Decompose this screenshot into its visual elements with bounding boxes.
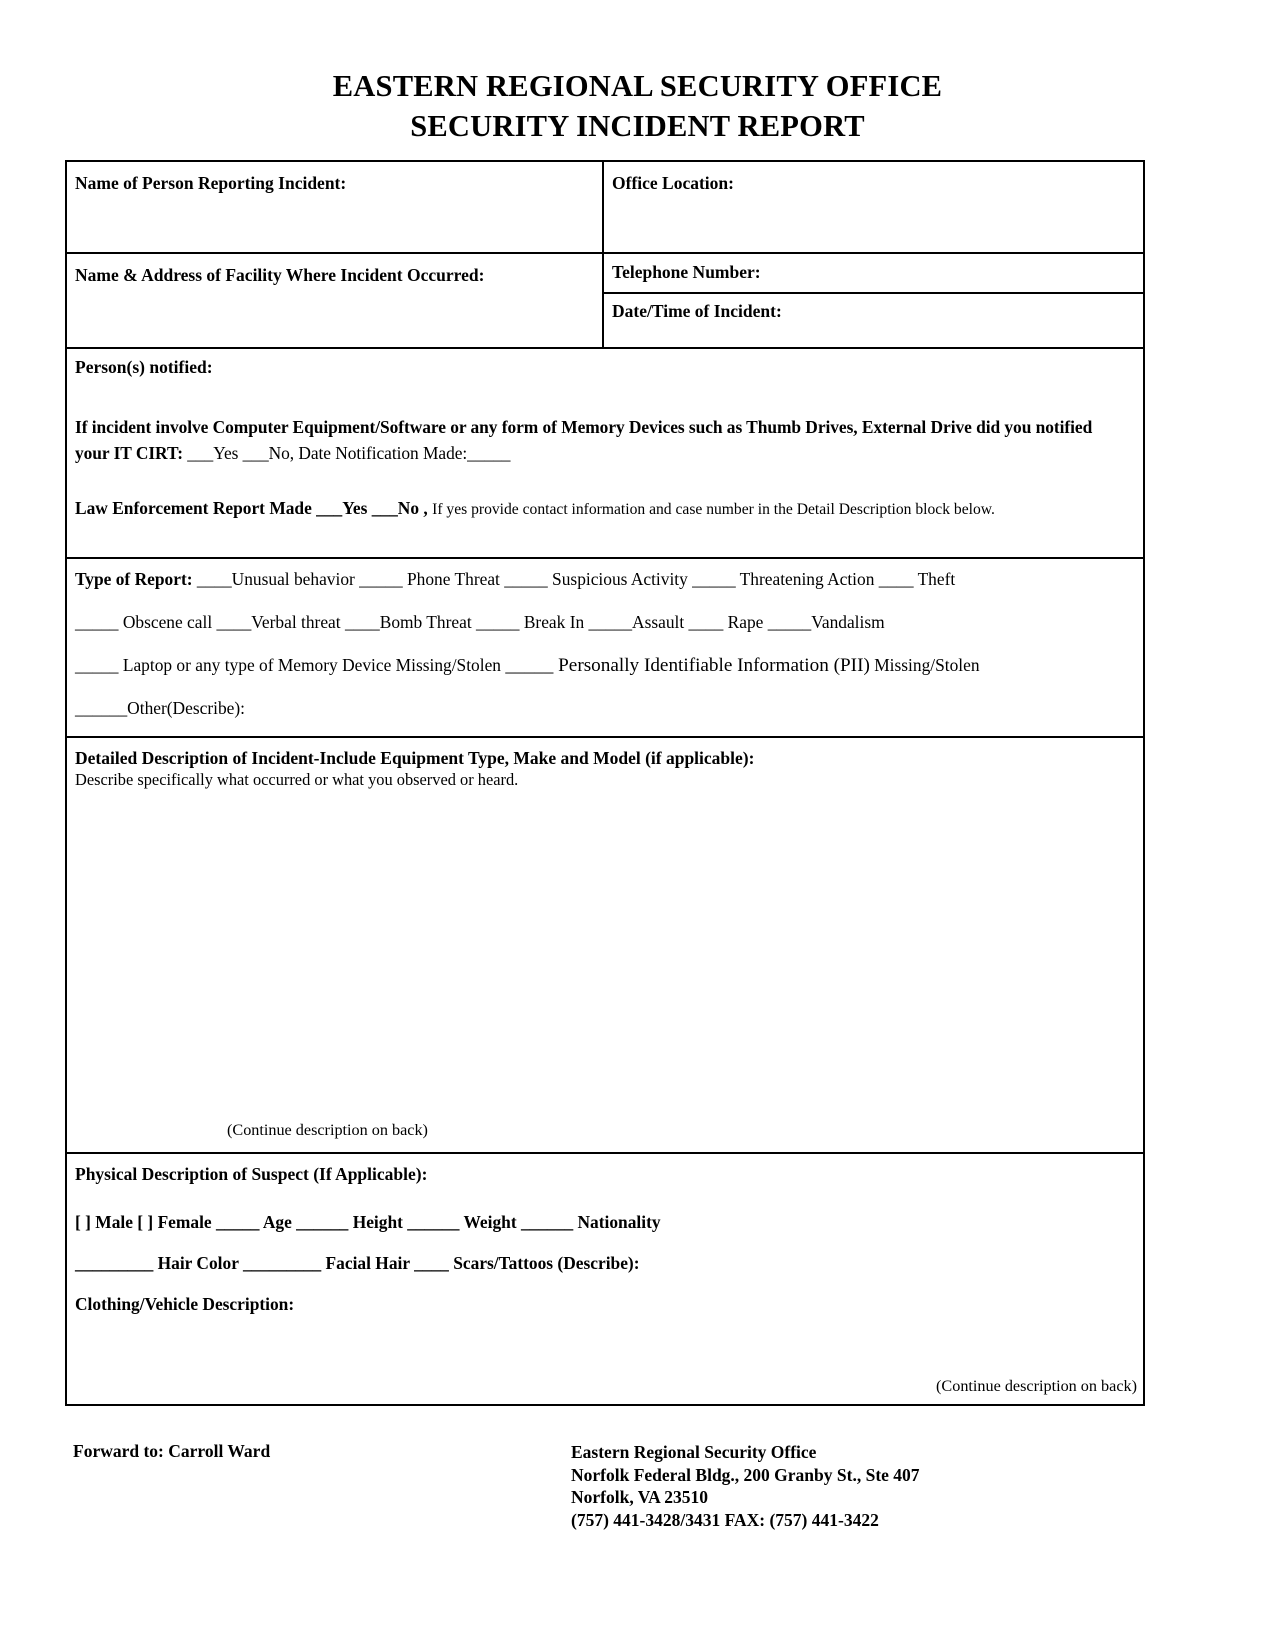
detailed-description-section[interactable]: Detailed Description of Incident-Include… (67, 738, 1143, 1154)
it-cirt-question: If incident involve Computer Equipment/S… (75, 416, 1093, 437)
it-cirt-options[interactable]: ___Yes ___No, Date Notification Made:___… (187, 443, 510, 463)
field-date-time-of-incident[interactable]: Date/Time of Incident: (604, 294, 1143, 347)
office-contact-line: (757) 441-3428/3431 FAX: (757) 441-3422 (571, 1510, 879, 1531)
document-page: EASTERN REGIONAL SECURITY OFFICE SECURIT… (0, 0, 1275, 1532)
notification-spacer-1 (75, 378, 1137, 414)
contact-subgroup: Telephone Number: Date/Time of Incident: (604, 254, 1143, 347)
type-of-report-section: Type of Report: ____Unusual behavior ___… (67, 559, 1143, 738)
heading-physical-description: Physical Description of Suspect (If Appl… (75, 1163, 428, 1184)
physical-spacer-3 (75, 1274, 1137, 1294)
notification-spacer-2 (75, 466, 1137, 498)
label-date-time-of-incident: Date/Time of Incident: (612, 300, 782, 321)
subheading-detailed-description: Describe specifically what occurred or w… (75, 769, 519, 789)
type-of-report-line-2[interactable]: _____ Obscene call ____Verbal threat ___… (75, 613, 1137, 631)
physical-description-line-1[interactable]: [ ] Male [ ] Female _____ Age ______ Hei… (75, 1212, 1137, 1233)
forward-to-text: Forward to: Carroll Ward (73, 1440, 271, 1461)
it-cirt-answer-row[interactable]: your IT CIRT: ___Yes ___No, Date Notific… (75, 440, 1137, 466)
label-law-enforcement: Law Enforcement Report Made ___Yes ___No… (75, 498, 428, 519)
type-of-report-line-4[interactable]: ______Other(Describe): (75, 700, 1137, 718)
type-of-report-pii-suffix: Missing/Stolen (869, 655, 980, 676)
label-name-of-person-reporting: Name of Person Reporting Incident: (75, 172, 347, 193)
physical-spacer-1 (75, 1185, 1137, 1212)
form-footer: Forward to: Carroll Ward Eastern Regiona… (65, 1441, 1210, 1532)
office-name: Eastern Regional Security Office (571, 1441, 817, 1462)
incident-report-form: Name of Person Reporting Incident: Offic… (65, 159, 1145, 1406)
label-telephone-number: Telephone Number: (612, 261, 761, 282)
physical-description-section[interactable]: Physical Description of Suspect (If Appl… (67, 1154, 1143, 1404)
physical-spacer-2 (75, 1233, 1137, 1253)
label-facility-name-address: Name & Address of Facility Where Inciden… (75, 264, 485, 285)
page-title-line-2: SECURITY INCIDENT REPORT (410, 109, 865, 144)
type-of-report-options-1[interactable]: ____Unusual behavior _____ Phone Threat … (197, 569, 955, 589)
type-of-report-laptop-option[interactable]: _____ Laptop or any type of Memory Devic… (75, 655, 501, 675)
office-address-block: Eastern Regional Security Office Norfolk… (571, 1441, 920, 1532)
identification-row-1: Name of Person Reporting Incident: Offic… (67, 161, 1143, 254)
identification-row-2: Name & Address of Facility Where Inciden… (67, 253, 1143, 349)
page-title-line-1: EASTERN REGIONAL SECURITY OFFICE (332, 69, 943, 103)
notification-section: Person(s) notified: If incident involve … (67, 349, 1143, 560)
label-clothing-vehicle-description: Clothing/Vehicle Description: (75, 1293, 295, 1314)
type-of-report-pii-option[interactable]: _____ Personally Identifiable Informatio… (505, 655, 869, 676)
continue-on-back-note-physical: (Continue description on back) (936, 1376, 1137, 1395)
law-enforcement-row[interactable]: Law Enforcement Report Made ___Yes ___No… (75, 498, 1137, 519)
heading-detailed-description: Detailed Description of Incident-Include… (75, 747, 755, 768)
document-title-block: EASTERN REGIONAL SECURITY OFFICE SECURIT… (65, 0, 1210, 147)
notification-spacer-3 (75, 519, 1137, 545)
field-telephone-number[interactable]: Telephone Number: (604, 254, 1143, 294)
field-office-location[interactable]: Office Location: (604, 162, 1143, 254)
label-persons-notified: Person(s) notified: (75, 356, 213, 377)
office-address-line-2: Norfolk, VA 23510 (571, 1487, 708, 1508)
field-name-of-person-reporting[interactable]: Name of Person Reporting Incident: (67, 161, 604, 254)
office-address-line-1: Norfolk Federal Bldg., 200 Granby St., S… (571, 1464, 920, 1485)
type-of-report-line-3[interactable]: _____ Laptop or any type of Memory Devic… (75, 656, 1137, 675)
field-facility-name-address[interactable]: Name & Address of Facility Where Inciden… (67, 253, 604, 347)
continue-on-back-note-description: (Continue description on back) (227, 1120, 428, 1139)
label-office-location: Office Location: (612, 172, 734, 193)
physical-description-line-2[interactable]: _________ Hair Color _________ Facial Ha… (75, 1253, 1137, 1274)
label-it-cirt: your IT CIRT: (75, 442, 183, 463)
type-of-report-line-1[interactable]: Type of Report: ____Unusual behavior ___… (75, 571, 1137, 588)
law-enforcement-note: If yes provide contact information and c… (432, 501, 995, 519)
label-type-of-report: Type of Report: (75, 569, 193, 590)
